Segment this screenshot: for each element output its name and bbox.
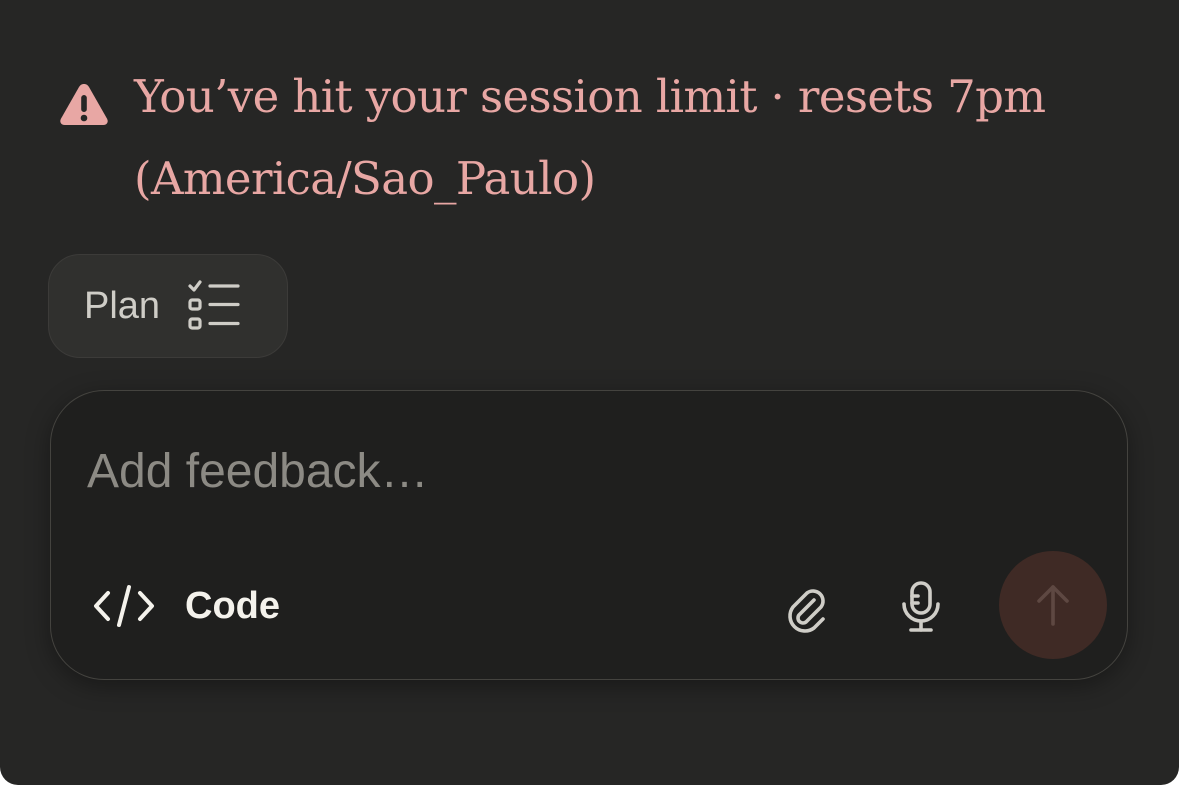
arrow-up-icon [1037, 585, 1069, 626]
code-brackets-icon [94, 585, 154, 627]
session-limit-line-1: You’ve hit your session limit · resets 7… [134, 70, 1046, 123]
checklist-icon [188, 280, 240, 330]
voice-input-button[interactable] [891, 577, 951, 637]
code-mode-button[interactable]: Code [91, 575, 280, 637]
attach-button[interactable] [777, 579, 837, 639]
microphone-icon [902, 581, 940, 632]
feedback-composer: Code [50, 390, 1128, 680]
session-limit-banner: You’ve hit your session limit · resets 7… [58, 56, 1128, 220]
code-label: Code [185, 584, 280, 627]
feedback-input[interactable] [87, 431, 987, 511]
session-limit-panel: You’ve hit your session limit · resets 7… [0, 0, 1179, 785]
plan-label: Plan [84, 284, 161, 327]
session-limit-timezone: (America/Sao_Paulo) [134, 152, 596, 205]
plan-mode-button[interactable]: Plan [48, 254, 288, 358]
paperclip-icon [788, 589, 825, 633]
session-limit-message: You’ve hit your session limit · resets 7… [134, 56, 1046, 220]
warning-triangle-icon [60, 84, 108, 125]
send-button[interactable] [999, 551, 1107, 659]
